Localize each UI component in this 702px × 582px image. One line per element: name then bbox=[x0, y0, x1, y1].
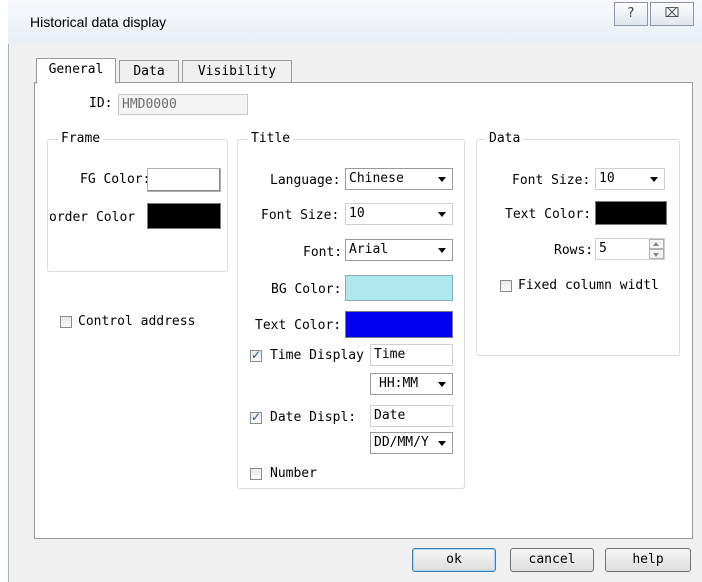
border-color-label: order Color bbox=[49, 210, 136, 225]
data-legend: Data bbox=[486, 131, 524, 146]
close-icon: ⌧ bbox=[664, 6, 680, 21]
title-font-size-value: 10 bbox=[349, 206, 365, 221]
close-title-button[interactable]: ⌧ bbox=[650, 2, 694, 26]
chevron-down-icon bbox=[438, 177, 446, 182]
language-value: Chinese bbox=[349, 171, 404, 186]
number-label: Number bbox=[270, 466, 317, 481]
data-text-color-swatch[interactable] bbox=[595, 201, 667, 225]
data-font-size-label: Font Size: bbox=[512, 173, 591, 188]
date-display-label: Date Displ: bbox=[270, 410, 357, 425]
id-field[interactable]: HMD0000 bbox=[118, 94, 248, 115]
chevron-down-icon bbox=[650, 177, 658, 182]
title-font-size-select[interactable]: 10 bbox=[345, 203, 453, 225]
help-title-button[interactable]: ? bbox=[614, 2, 648, 26]
control-address-label: Control address bbox=[78, 314, 196, 329]
font-select[interactable]: Arial bbox=[345, 239, 453, 261]
title-text-color-swatch[interactable] bbox=[345, 311, 453, 338]
language-label: Language: bbox=[270, 173, 341, 188]
fixed-column-width-checkbox[interactable] bbox=[500, 280, 512, 292]
time-format-select[interactable]: HH:MM bbox=[370, 373, 453, 395]
chevron-down-icon bbox=[653, 253, 659, 257]
border-color-swatch[interactable] bbox=[147, 203, 221, 229]
time-format-value: HH:MM bbox=[379, 376, 419, 391]
date-format-select[interactable]: DD/MM/Y bbox=[370, 432, 453, 454]
chevron-down-icon bbox=[438, 382, 446, 387]
chevron-down-icon bbox=[438, 212, 446, 217]
time-display-label: Time Display bbox=[270, 348, 364, 363]
rows-value: 5 bbox=[599, 241, 607, 256]
rows-spin-up[interactable] bbox=[649, 239, 664, 249]
chevron-up-icon bbox=[653, 242, 659, 246]
fg-color-label: FG Color: bbox=[80, 172, 151, 187]
control-address-checkbox[interactable] bbox=[60, 316, 72, 328]
title-font-size-label: Font Size: bbox=[261, 208, 340, 223]
font-label: Font: bbox=[303, 245, 343, 260]
time-display-text[interactable]: Time bbox=[370, 344, 453, 366]
date-display-text[interactable]: Date bbox=[370, 405, 453, 427]
data-text-color-label: Text Color: bbox=[505, 207, 592, 222]
title-legend: Title bbox=[248, 131, 294, 146]
id-label: ID: bbox=[89, 96, 113, 111]
ok-button[interactable]: ok bbox=[412, 548, 496, 572]
chevron-down-icon bbox=[438, 441, 446, 446]
help-button[interactable]: help bbox=[605, 548, 691, 572]
title-text-color-label: Text Color: bbox=[255, 318, 342, 333]
tab-visibility[interactable]: Visibility bbox=[182, 60, 292, 83]
bg-color-label: BG Color: bbox=[271, 282, 342, 297]
date-format-value: DD/MM/Y bbox=[374, 435, 429, 450]
font-value: Arial bbox=[349, 242, 389, 257]
fixed-column-width-label: Fixed column widtl bbox=[518, 278, 659, 293]
rows-label: Rows: bbox=[554, 243, 594, 258]
cancel-button[interactable]: cancel bbox=[510, 548, 594, 572]
tab-data[interactable]: Data bbox=[119, 60, 179, 83]
fg-color-swatch[interactable] bbox=[147, 168, 221, 192]
tab-general[interactable]: General bbox=[36, 58, 116, 84]
frame-legend: Frame bbox=[58, 131, 104, 146]
data-font-size-value: 10 bbox=[599, 171, 615, 186]
bg-color-swatch[interactable] bbox=[345, 275, 453, 301]
question-mark-icon: ? bbox=[627, 6, 635, 21]
time-display-checkbox[interactable] bbox=[250, 348, 262, 362]
number-checkbox[interactable] bbox=[250, 468, 262, 480]
data-font-size-select[interactable]: 10 bbox=[595, 168, 665, 190]
window-title: Historical data display bbox=[30, 14, 167, 30]
chevron-down-icon bbox=[438, 248, 446, 253]
language-select[interactable]: Chinese bbox=[345, 168, 453, 190]
date-display-checkbox[interactable] bbox=[250, 410, 262, 424]
rows-spin-down[interactable] bbox=[649, 249, 664, 259]
